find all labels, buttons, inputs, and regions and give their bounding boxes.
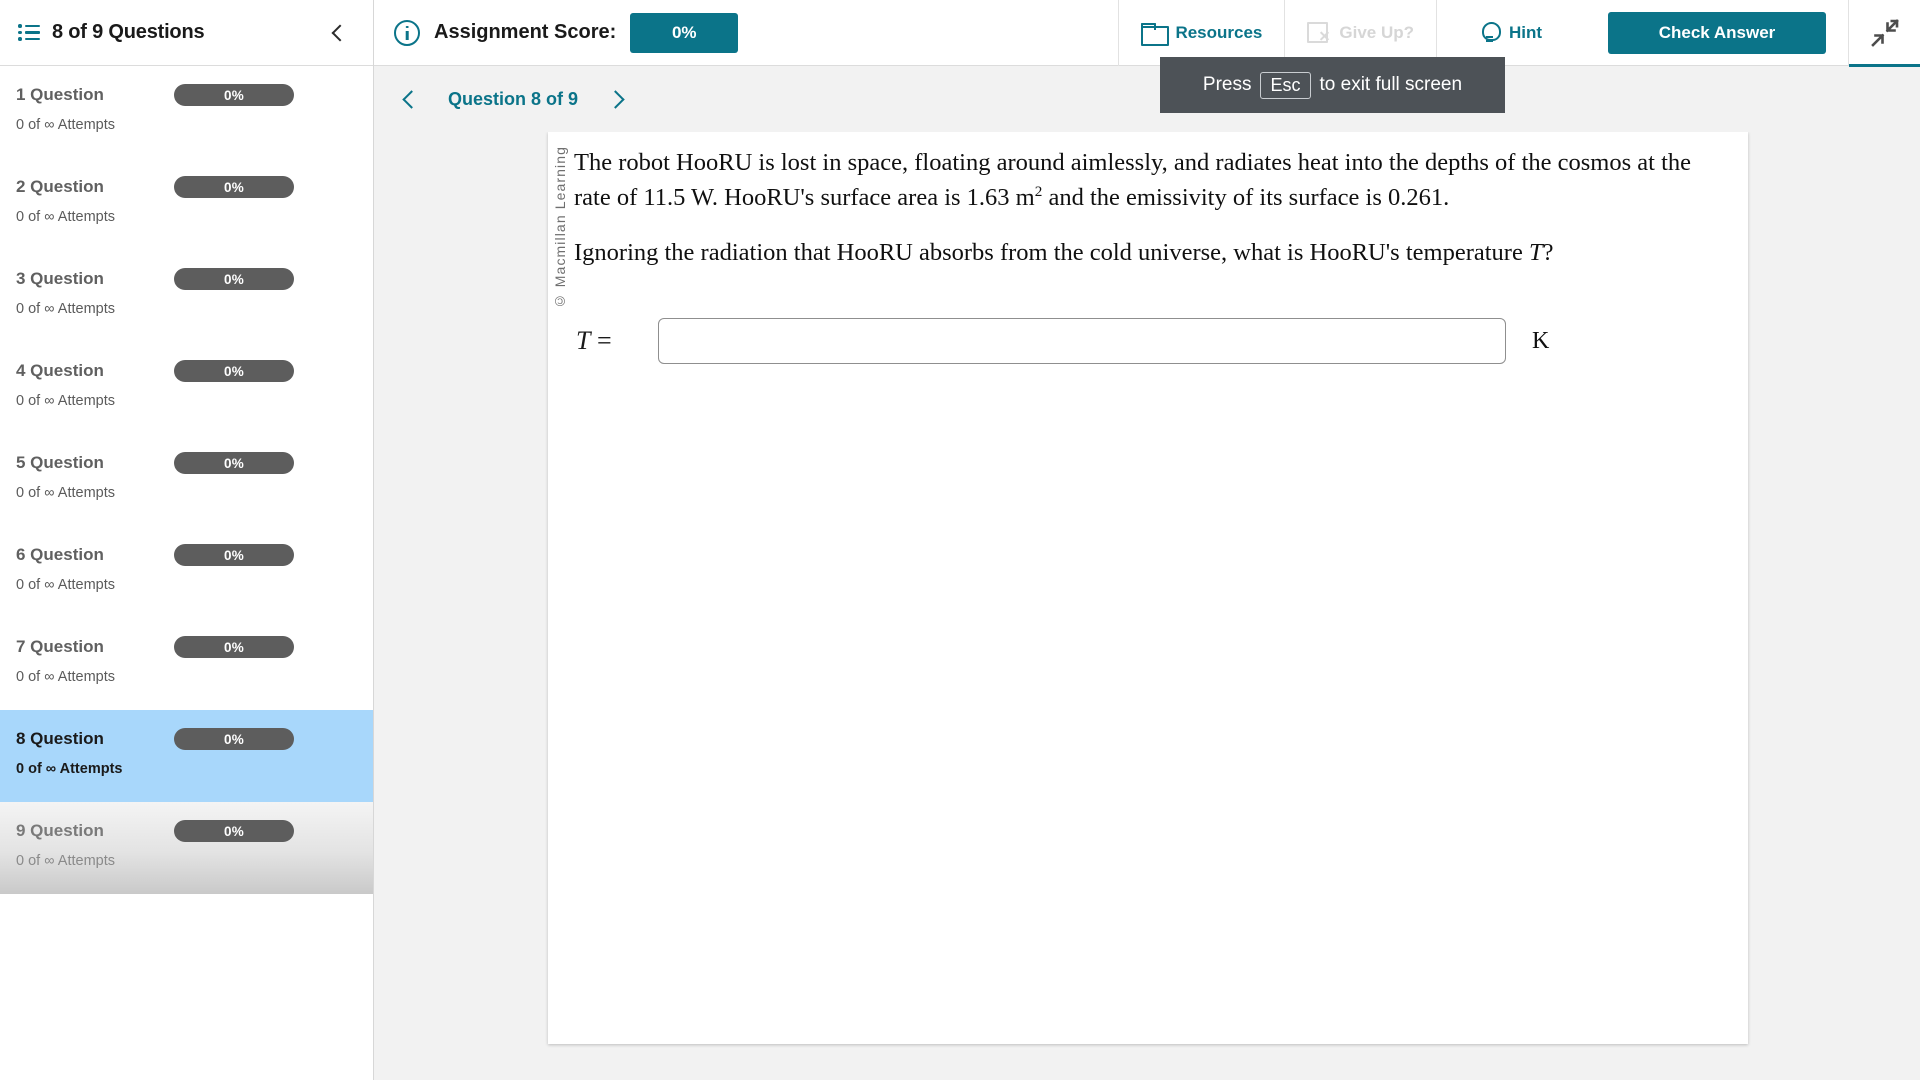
answer-variable: T (576, 326, 591, 355)
question-item-score-pill: 0% (174, 268, 294, 290)
list-icon (18, 24, 40, 42)
question-item-score-pill: 0% (174, 544, 294, 566)
question-item-score-pill: 0% (174, 176, 294, 198)
next-question-button[interactable] (594, 76, 640, 122)
question-counter[interactable]: Question 8 of 9 (448, 89, 578, 110)
tooltip-press-text: Press (1202, 74, 1252, 95)
question-item-label: 6 Question (16, 545, 104, 564)
question-list-item[interactable]: 3 Question 0% 0 of ∞ Attempts (0, 250, 373, 342)
question-sidebar: 8 of 9 Questions 1 Question 0% 0 of ∞ Atte… (0, 0, 374, 1080)
question-p2-part2: ? (1542, 238, 1554, 266)
answer-input[interactable] (658, 318, 1506, 364)
question-item-score-pill: 0% (174, 820, 294, 842)
chevron-left-icon (401, 89, 421, 109)
hint-label: Hint (1508, 22, 1543, 42)
question-item-attempts: 0 of ∞ Attempts (16, 485, 115, 501)
answer-row: T = K (574, 318, 1730, 364)
sidebar-title: 8 of 9 Questions (52, 21, 205, 43)
question-item-header: 9 Question 0% (16, 818, 355, 844)
question-item-label: 9 Question (16, 821, 104, 840)
question-item-header: 7 Question 0% (16, 634, 355, 660)
check-answer-button[interactable]: Check Answer (1608, 11, 1826, 54)
folder-icon (1141, 23, 1170, 46)
question-item-attempts: 0 of ∞ Attempts (16, 853, 115, 869)
sidebar-header: 8 of 9 Questions (0, 0, 373, 66)
exit-fullscreen-button[interactable] (1848, 0, 1920, 67)
question-list: 1 Question 0% 0 of ∞ Attempts 2 Question 0% 0… (0, 66, 373, 1080)
question-item-header: 3 Question 0% (16, 266, 355, 292)
resources-label: Resources (1175, 22, 1263, 42)
question-item-label: 3 Question (16, 269, 104, 288)
answer-variable-label: T = (574, 326, 658, 356)
question-item-attempts: 0 of ∞ Attempts (16, 761, 123, 777)
question-list-item[interactable]: 5 Question 0% 0 of ∞ Attempts (0, 434, 373, 526)
question-item-label: 2 Question (16, 177, 104, 196)
copyright-notice: © Macmillan Learning (552, 146, 568, 310)
question-item-attempts: 0 of ∞ Attempts (16, 209, 115, 225)
question-text: The robot HooRU is lost in space, floati… (574, 146, 1730, 271)
tooltip-suffix-text: to exit full screen (1319, 74, 1463, 95)
question-content-area: © Macmillan Learning The robot HooRU is … (374, 132, 1920, 1080)
give-up-label: Give Up? (1339, 22, 1414, 42)
resources-button[interactable]: Resources (1118, 0, 1284, 66)
question-item-score-pill: 0% (174, 728, 294, 750)
chevron-right-icon (605, 89, 625, 109)
question-p1-part2: and the emissivity of its surface is 0.2… (1042, 183, 1450, 211)
question-list-item[interactable]: 9 Question 0% 0 of ∞ Attempts (0, 802, 373, 894)
question-item-score-pill: 0% (174, 636, 294, 658)
main-panel: Assignment Score: 0% Resources Give Up? … (374, 0, 1920, 1080)
question-item-header: 1 Question 0% (16, 82, 355, 108)
question-list-item[interactable]: 4 Question 0% 0 of ∞ Attempts (0, 342, 373, 434)
question-p2-part1: Ignoring the radiation that HooRU absorb… (574, 238, 1529, 266)
question-item-header: 8 Question 0% (16, 726, 355, 752)
question-item-label: 7 Question (16, 637, 104, 656)
question-item-header: 4 Question 0% (16, 358, 355, 384)
tooltip-esc-key: Esc (1260, 71, 1311, 99)
chevron-left-icon (331, 24, 349, 41)
question-paragraph-1: The robot HooRU is lost in space, floati… (574, 146, 1730, 216)
question-item-header: 6 Question 0% (16, 542, 355, 568)
question-navigation-bar: Question 8 of 9 (374, 66, 1920, 132)
fullscreen-exit-tooltip: Press Esc to exit full screen (1160, 57, 1505, 113)
answer-equals-sign: = (596, 326, 612, 355)
question-list-item[interactable]: 6 Question 0% 0 of ∞ Attempts (0, 526, 373, 618)
question-item-label: 5 Question (16, 453, 104, 472)
question-item-attempts: 0 of ∞ Attempts (16, 577, 115, 593)
question-list-item[interactable]: 7 Question 0% 0 of ∞ Attempts (0, 618, 373, 710)
question-item-score-pill: 0% (174, 84, 294, 106)
question-paragraph-2: Ignoring the radiation that HooRU absorb… (574, 236, 1730, 271)
question-item-header: 2 Question 0% (16, 174, 355, 200)
contract-arrows-icon (1870, 18, 1899, 47)
question-list-item[interactable]: 1 Question 0% 0 of ∞ Attempts (0, 66, 373, 158)
question-list-item[interactable]: 2 Question 0% 0 of ∞ Attempts (0, 158, 373, 250)
hint-button[interactable]: Hint (1436, 0, 1586, 66)
question-item-label: 1 Question (16, 85, 104, 104)
assignment-score-label: Assignment Score: (434, 21, 617, 43)
sidebar-collapse-button[interactable] (321, 16, 355, 50)
assignment-page: 8 of 9 Questions 1 Question 0% 0 of ∞ Atte… (0, 0, 1920, 1080)
question-item-attempts: 0 of ∞ Attempts (16, 301, 115, 317)
question-item-score-pill: 0% (174, 360, 294, 382)
question-list-item[interactable]: 8 Question 0% 0 of ∞ Attempts (0, 710, 373, 802)
question-item-attempts: 0 of ∞ Attempts (16, 669, 115, 685)
question-card: © Macmillan Learning The robot HooRU is … (548, 132, 1748, 1044)
question-item-label: 8 Question (16, 729, 104, 748)
lightbulb-icon (1481, 21, 1501, 44)
info-icon[interactable] (394, 19, 420, 46)
give-up-button: Give Up? (1284, 0, 1436, 66)
top-toolbar: Assignment Score: 0% Resources Give Up? … (374, 0, 1920, 67)
giveup-icon (1307, 22, 1330, 43)
question-item-header: 5 Question 0% (16, 450, 355, 476)
question-item-score-pill: 0% (174, 452, 294, 474)
previous-question-button[interactable] (386, 76, 432, 122)
assignment-score-value[interactable]: 0% (630, 12, 739, 53)
answer-unit-label: K (1532, 327, 1550, 354)
question-variable-T: T (1528, 238, 1543, 266)
question-item-label: 4 Question (16, 361, 104, 380)
question-item-attempts: 0 of ∞ Attempts (16, 117, 115, 133)
question-item-attempts: 0 of ∞ Attempts (16, 393, 115, 409)
